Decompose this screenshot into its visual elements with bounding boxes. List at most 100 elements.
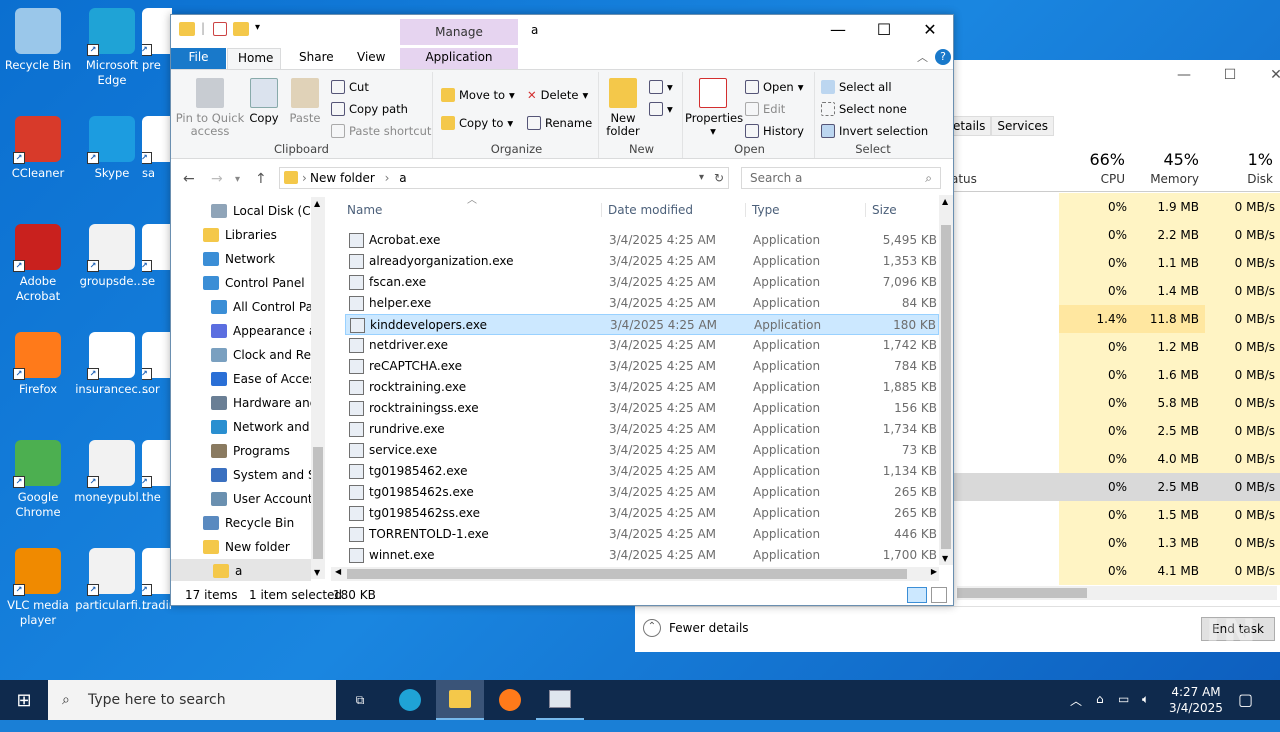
file-row[interactable]: kinddevelopers.exe 3/4/2025 4:25 AM Applic… [345, 314, 939, 335]
properties-qat-icon[interactable] [213, 22, 227, 36]
nav-item[interactable]: Recycle Bin [203, 511, 294, 535]
tab-file[interactable]: File [171, 48, 226, 69]
nav-item[interactable]: a [171, 559, 311, 581]
file-row[interactable]: tg01985462s.exe 3/4/2025 4:25 AM Applicati… [345, 482, 939, 503]
taskbar-search[interactable]: ⌕ Type here to search [48, 680, 336, 720]
process-row[interactable]: 1.4% 11.8 MB 0 MB/s [947, 305, 1280, 333]
desktop-icon[interactable]: ↗ sa [142, 116, 172, 181]
file-row[interactable]: service.exe 3/4/2025 4:25 AM Application 73… [345, 440, 939, 461]
process-row[interactable]: 0% 1.2 MB 0 MB/s [947, 333, 1280, 361]
new-folder-qat-icon[interactable] [233, 22, 249, 36]
invert-selection-button[interactable]: Invert selection [821, 124, 928, 138]
column-date[interactable]: Date modified [601, 203, 693, 217]
nav-item[interactable]: System and Se [211, 463, 323, 487]
nav-item[interactable]: Network and Ir [211, 415, 322, 439]
process-row[interactable]: 0% 1.6 MB 0 MB/s [947, 361, 1280, 389]
close-icon[interactable]: ✕ [1253, 60, 1280, 90]
start-button[interactable]: ⊞ [0, 680, 48, 720]
desktop-icon[interactable]: ↗ CCleaner [0, 116, 76, 181]
maximize-icon[interactable]: ☐ [1207, 60, 1253, 90]
delete-button[interactable]: ✕ Delete ▾ [527, 88, 588, 102]
copy-button[interactable]: Copy [247, 78, 281, 125]
recent-dropdown-icon[interactable]: ▾ [235, 174, 240, 185]
scroll-up-icon[interactable]: ▲ [314, 199, 320, 208]
file-row[interactable]: fscan.exe 3/4/2025 4:25 AM Application 7,09… [345, 272, 939, 293]
status-column-label[interactable]: atus [951, 172, 977, 186]
properties-button[interactable]: Properties ▾ [685, 78, 743, 138]
file-row[interactable]: rocktrainingss.exe 3/4/2025 4:25 AM Applic… [345, 398, 939, 419]
desktop-icon[interactable]: ↗ se [142, 224, 172, 289]
details-view-icon[interactable] [907, 587, 927, 603]
show-hidden-icons[interactable]: ︿ [1070, 692, 1082, 732]
large-icons-view-icon[interactable] [931, 587, 947, 603]
easy-access-button[interactable]: ▾ [649, 102, 673, 116]
minimize-button[interactable]: — [815, 15, 861, 45]
breadcrumb-a[interactable]: a [399, 171, 406, 185]
file-row[interactable]: tg01985462.exe 3/4/2025 4:25 AM Applicatio… [345, 461, 939, 482]
process-row[interactable]: 0% 1.1 MB 0 MB/s [947, 249, 1280, 277]
rename-button[interactable]: Rename [527, 116, 592, 130]
desktop-icon[interactable]: ↗ Firefox [0, 332, 76, 397]
disk-column-label[interactable]: Disk [1205, 172, 1273, 186]
desktop-icon[interactable]: ↗ Microsoft Edge [74, 8, 150, 88]
breadcrumb-new-folder[interactable]: New folder [310, 171, 375, 185]
process-row[interactable]: 0% 1.5 MB 0 MB/s [947, 501, 1280, 529]
scroll-left-icon[interactable]: ◀ [335, 567, 341, 576]
refresh-icon[interactable]: ↻ [714, 168, 724, 188]
volume-icon[interactable]: 🔈︎ [1142, 692, 1149, 732]
nav-item[interactable]: New folder [203, 535, 290, 559]
nav-item[interactable]: Network [203, 247, 275, 271]
minimize-icon[interactable]: — [1161, 60, 1207, 90]
file-list-hscrollbar[interactable]: ◀ ▶ [331, 567, 939, 581]
desktop-icon[interactable]: ↗ insurancec... [74, 332, 150, 397]
nav-item[interactable]: All Control Par [211, 295, 318, 319]
nav-item[interactable]: Local Disk (C:) [211, 199, 319, 223]
column-type[interactable]: Type [745, 203, 780, 217]
desktop-icon[interactable]: Recycle Bin [0, 8, 76, 73]
task-view-button[interactable]: ⧉ [336, 680, 384, 720]
file-list-scrollbar[interactable]: ▲ ▼ [939, 195, 953, 565]
column-size[interactable]: Size [865, 203, 897, 217]
notifications-icon[interactable]: ▢ [1238, 690, 1253, 730]
edit-button[interactable]: Edit [745, 102, 785, 116]
maximize-button[interactable]: ☐ [861, 15, 907, 45]
desktop-icon[interactable]: ↗ sor [142, 332, 172, 397]
cut-button[interactable]: Cut [331, 80, 369, 94]
tab-services[interactable]: Services [991, 116, 1054, 136]
nav-item[interactable]: Libraries [203, 223, 277, 247]
desktop-icon[interactable]: ↗ tradingres... [142, 548, 172, 613]
nav-item[interactable]: Hardware and [211, 391, 317, 415]
address-dropdown-icon[interactable]: ▾ [699, 168, 704, 188]
up-arrow-icon[interactable]: ↑ [255, 171, 267, 187]
memory-column-label[interactable]: Memory [1133, 172, 1199, 186]
file-row[interactable]: reCAPTCHA.exe 3/4/2025 4:25 AM Application… [345, 356, 939, 377]
qat-dropdown-icon[interactable]: ▾ [255, 22, 260, 33]
nav-item[interactable]: Programs [211, 439, 290, 463]
desktop-icon[interactable]: ↗ Google Chrome [0, 440, 76, 520]
desktop-icon[interactable]: ↗ groupsde... [74, 224, 150, 289]
edge-taskbar-button[interactable] [386, 680, 434, 720]
desktop-icon[interactable]: ↗ Skype [74, 116, 150, 181]
scrollbar-thumb[interactable] [313, 447, 323, 559]
open-button[interactable]: Open ▾ [745, 80, 804, 94]
history-button[interactable]: History [745, 124, 804, 138]
move-to-button[interactable]: Move to ▾ [441, 88, 515, 102]
network-icon[interactable]: ⌂ [1096, 692, 1104, 732]
nav-item[interactable]: Control Panel [203, 271, 305, 295]
file-row[interactable]: winnet.exe 3/4/2025 4:25 AM Application 1,7… [345, 545, 939, 566]
process-row[interactable]: 0% 5.8 MB 0 MB/s [947, 389, 1280, 417]
file-row[interactable]: helper.exe 3/4/2025 4:25 AM Application 84 … [345, 293, 939, 314]
select-all-button[interactable]: Select all [821, 80, 892, 94]
desktop-icon[interactable]: ↗ pre [142, 8, 172, 73]
forward-arrow-icon[interactable]: → [211, 171, 223, 187]
desktop-icon[interactable]: ↗ VLC media player [0, 548, 76, 628]
process-row[interactable]: 0% 2.2 MB 0 MB/s [947, 221, 1280, 249]
desktop-icon[interactable]: ↗ particularfi... [74, 548, 150, 613]
back-arrow-icon[interactable]: ← [183, 171, 195, 187]
nav-item[interactable]: User Accounts [211, 487, 319, 511]
file-row[interactable]: alreadyorganization.exe 3/4/2025 4:25 AM A… [345, 251, 939, 272]
nav-scrollbar[interactable]: ▲ ▼ [311, 197, 325, 579]
column-name[interactable]: Name [347, 203, 382, 217]
tab-share[interactable]: Share [289, 48, 344, 69]
tab-application-tools[interactable]: Application Tools [400, 48, 518, 83]
